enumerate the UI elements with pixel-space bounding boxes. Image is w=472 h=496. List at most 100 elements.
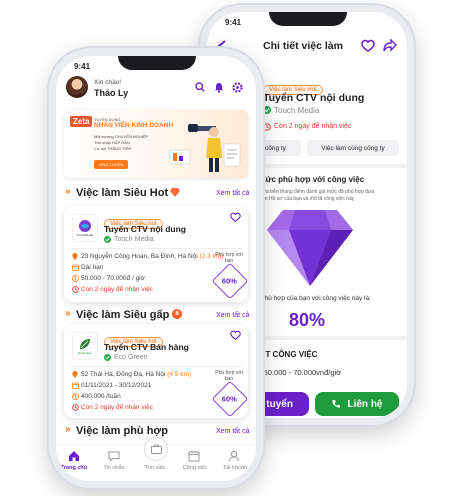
company-name: Eco Green: [114, 354, 148, 361]
job-duration: 01/11/2021 - 30/12/2021: [81, 382, 152, 389]
section-title-urgent: Việc làm Siêu gấp: [76, 309, 170, 321]
job-duration: Dài hạn: [81, 264, 104, 271]
diamond-icon: [170, 188, 180, 197]
company-name: Touch Media: [114, 236, 154, 243]
company-logo-text: TouchMedia: [76, 233, 94, 237]
match-badge: 60%: [211, 262, 249, 300]
company-name[interactable]: Touch Media: [274, 106, 319, 115]
share-icon[interactable]: [383, 39, 397, 52]
clock-icon: [72, 404, 79, 411]
tab-account[interactable]: Tài khoản: [217, 465, 253, 471]
job-title: Tuyển CTV Bán hàng: [104, 342, 189, 352]
match-label: Phù hợp với bạn: [215, 370, 243, 382]
location-pin-icon: [72, 253, 78, 260]
location-pin-icon: [72, 371, 78, 378]
verified-check-icon: [104, 354, 111, 361]
greeting-text: Xin chào!: [94, 79, 122, 86]
user-icon[interactable]: [228, 450, 240, 462]
job-title: Tuyển CTV nội dung: [263, 92, 365, 104]
banner-cta-button[interactable]: ỨNG TUYỂN: [94, 160, 129, 169]
find-job-tab-circle[interactable]: [144, 437, 168, 461]
tab-jobs[interactable]: Công việc: [177, 465, 213, 471]
contact-button[interactable]: Liên hệ: [315, 392, 399, 416]
distance-text: (4.5 km): [167, 371, 192, 378]
bell-icon[interactable]: [214, 82, 224, 93]
tab-same-company-jobs-label: Việc làm cùng công ty: [321, 144, 385, 152]
chevrons-icon: »: [65, 424, 71, 435]
see-all-urgent-link[interactable]: Xem tất cả: [216, 312, 249, 319]
urgent-count-badge: 8: [172, 309, 182, 319]
match-badge: 60%: [211, 380, 249, 418]
card-divider: [70, 366, 242, 367]
match-badge-value: 60%: [222, 276, 238, 286]
favorite-heart-icon[interactable]: [230, 212, 241, 222]
bottom-tab-bar: Trang chủ Tin nhắn Tìm việc Công việc Tà…: [56, 437, 256, 481]
tab-home[interactable]: Trang chủ: [56, 465, 92, 471]
job-address: 52 Thái Hà, Đống Đa, Hà Nội (4.5 km): [81, 371, 191, 378]
banner-logo: Zeta: [70, 116, 93, 127]
banner-bullet-1: Môi trường CHUYÊN NGHIỆP: [94, 134, 149, 139]
briefcase-icon: [150, 444, 162, 454]
clock-icon: [72, 286, 79, 293]
deadline-text: Còn 2 ngày để nhận việc: [274, 123, 352, 130]
tab-same-company-jobs[interactable]: Việc làm cùng công ty: [307, 140, 399, 156]
phone-icon: [331, 399, 341, 409]
job-salary: 50.000 - 70.000đ / giờ: [81, 275, 145, 282]
address-text: 52 Thái Hà, Đống Đa, Hà Nội: [81, 371, 166, 378]
banner-bullet-2: Thu nhập HẤP DẪN: [94, 140, 130, 145]
match-label: Phù hợp với bạn: [215, 252, 243, 264]
banner-illustration: [168, 116, 242, 178]
money-icon: [72, 275, 79, 282]
calendar-tab-icon[interactable]: [188, 450, 200, 462]
chevrons-icon: »: [65, 308, 71, 319]
company-logo: TouchMedia: [72, 214, 98, 242]
match-badge-value: 60%: [222, 394, 238, 404]
calendar-icon: [72, 382, 79, 389]
see-all-hot-link[interactable]: Xem tất cả: [216, 190, 249, 197]
user-name: Thảo Ly: [94, 88, 129, 98]
match-percentage: 80%: [289, 310, 326, 330]
match-diamond-graphic: [265, 208, 355, 293]
home-icon[interactable]: [68, 450, 80, 462]
section-title-suitable: Việc làm phù hợp: [76, 425, 168, 437]
job-deadline: Còn 2 ngày để nhận việc: [81, 404, 153, 411]
match-description-2: trên Hồ sơ của bạn và mô tả công việc nà…: [259, 196, 355, 202]
verified-check-icon: [104, 236, 111, 243]
search-icon[interactable]: [195, 82, 205, 92]
address-text: 23 Nguyễn Công Hoan, Ba Đình, Hà Nội: [81, 253, 198, 260]
contact-button-label: Liên hệ: [347, 398, 383, 410]
chevrons-icon: »: [65, 186, 71, 197]
job-deadline: Còn 2 ngày để nhận việc: [81, 286, 153, 293]
recruitment-banner[interactable]: Zeta TUYỂN DỤNG NHÂN VIÊN KINH DOANH Môi…: [64, 110, 248, 178]
banner-bullet-3: Cơ hội THĂNG TIẾN: [94, 146, 132, 151]
match-section-title: Mức phù hợp với công việc: [259, 175, 365, 184]
money-icon: [72, 393, 79, 400]
avatar[interactable]: [66, 76, 88, 98]
front-phone-notch: [118, 56, 196, 70]
favorite-heart-icon[interactable]: [361, 39, 375, 52]
job-title: Tuyển CTV nội dung: [104, 224, 186, 234]
back-phone-notch: [269, 12, 347, 26]
status-time: 9:41: [74, 62, 91, 71]
banner-headline: NHÂN VIÊN KINH DOANH: [94, 122, 174, 129]
card-divider: [70, 248, 242, 249]
see-all-suitable-link[interactable]: Xem tất cả: [216, 428, 249, 435]
message-icon[interactable]: [108, 450, 120, 462]
front-phone-frame: 9:41 Xin chào! Thảo Ly Zeta TUYỂN DỤNG N…: [47, 46, 265, 490]
job-card-2[interactable]: EcoGreen Việc làm Siêu hot Tuyển CTV Bán…: [64, 324, 249, 418]
company-logo: EcoGreen: [72, 332, 98, 360]
job-address: 23 Nguyễn Công Hoan, Ba Đình, Hà Nội (2.…: [81, 253, 223, 260]
match-description-1: Dựa trên thang điểm đánh giá mức độ phù …: [259, 189, 375, 195]
front-phone-screen: 9:41 Xin chào! Thảo Ly Zeta TUYỂN DỤNG N…: [56, 56, 256, 481]
job-card-1[interactable]: TouchMedia Việc làm Siêu hot Tuyển CTV n…: [64, 206, 249, 302]
job-salary: 400.000 /tuần: [81, 393, 121, 400]
status-time: 9:41: [225, 18, 242, 27]
section-title-hot: Việc làm Siêu Hot: [76, 187, 169, 199]
page-title: Chi tiết việc làm: [263, 40, 343, 52]
tab-find-jobs[interactable]: Tìm việc: [137, 465, 173, 471]
company-logo-text: EcoGreen: [78, 351, 92, 355]
calendar-icon: [72, 264, 79, 271]
tab-messages[interactable]: Tin nhắn: [96, 465, 132, 471]
gear-icon[interactable]: [232, 82, 243, 93]
favorite-heart-icon[interactable]: [230, 330, 241, 340]
